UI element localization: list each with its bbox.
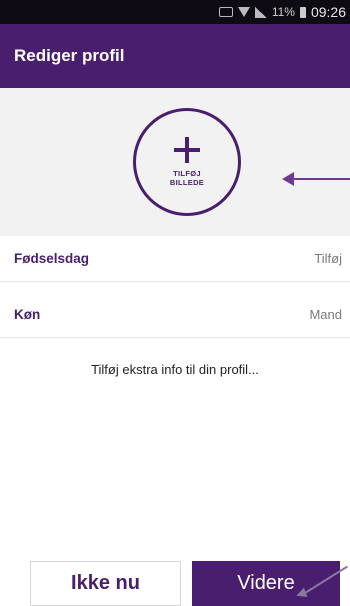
gender-row[interactable]: Køn Mand <box>0 292 350 338</box>
birthday-label: Fødselsdag <box>14 251 90 266</box>
annotation-arrow-line <box>292 178 350 180</box>
not-now-button[interactable]: Ikke nu <box>30 561 181 606</box>
battery-percent: 11% <box>271 5 295 19</box>
extra-info-link[interactable]: Tilføj ekstra info til din profil... <box>0 362 350 377</box>
add-photo-label-line2: BILLEDE <box>169 178 205 187</box>
app-bar: Rediger profil <box>0 24 350 88</box>
gender-value: Mand <box>309 307 342 322</box>
battery-icon <box>299 6 306 18</box>
plus-icon <box>174 137 200 163</box>
gender-label: Køn <box>14 307 41 322</box>
signal-icon <box>254 6 267 18</box>
status-bar: 11% 09:26 <box>0 0 350 24</box>
annotation-arrow-icon <box>282 172 294 186</box>
wifi-icon <box>237 7 250 17</box>
nfc-icon <box>218 7 233 17</box>
profile-photo-area: TILFØJ BILLEDE <box>0 88 350 236</box>
page-title: Rediger profil <box>14 46 125 65</box>
birthday-value: Tilføj <box>314 251 342 266</box>
add-photo-button[interactable]: TILFØJ BILLEDE <box>133 108 241 216</box>
add-photo-label-line1: TILFØJ <box>173 169 201 178</box>
birthday-row[interactable]: Fødselsdag Tilføj <box>0 236 350 282</box>
add-photo-label: TILFØJ BILLEDE <box>170 169 204 187</box>
clock: 09:26 <box>310 4 346 20</box>
